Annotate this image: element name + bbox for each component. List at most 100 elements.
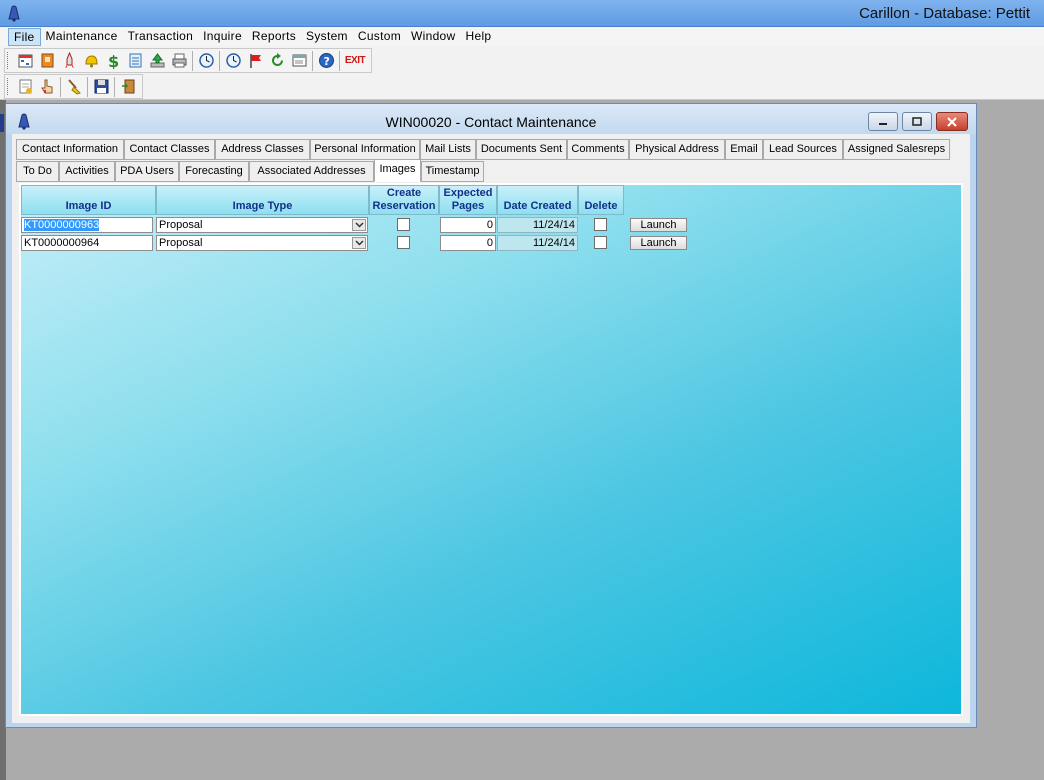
main-toolbar: $ ? EXIT bbox=[4, 48, 372, 73]
tab-activities[interactable]: Activities bbox=[59, 161, 115, 182]
launch-button[interactable]: Launch bbox=[630, 218, 687, 232]
toolbar-separator bbox=[87, 76, 88, 97]
hand-pointer-icon[interactable] bbox=[36, 76, 58, 98]
tab-contact-information[interactable]: Contact Information bbox=[16, 139, 124, 160]
tab-documents-sent[interactable]: Documents Sent bbox=[476, 139, 567, 160]
header-delete: Delete bbox=[578, 185, 624, 215]
minimize-button[interactable] bbox=[868, 112, 898, 131]
delete-checkbox[interactable] bbox=[594, 218, 607, 231]
broom-icon[interactable] bbox=[63, 76, 85, 98]
rocket-icon[interactable] bbox=[58, 50, 80, 72]
refresh-icon[interactable] bbox=[266, 50, 288, 72]
date-created-field: 11/24/14 bbox=[497, 217, 578, 233]
upload-icon[interactable] bbox=[146, 50, 168, 72]
tab-contact-classes[interactable]: Contact Classes bbox=[124, 139, 215, 160]
window-title: WIN00020 - Contact Maintenance bbox=[385, 114, 597, 130]
image-id-input[interactable]: KT0000000963 bbox=[21, 217, 153, 233]
header-image-id-label: Image ID bbox=[65, 200, 112, 212]
menu-window[interactable]: Window bbox=[406, 28, 460, 46]
tab-to-do[interactable]: To Do bbox=[16, 161, 59, 182]
tab-associated-addresses[interactable]: Associated Addresses bbox=[249, 161, 374, 182]
restore-button[interactable] bbox=[902, 112, 932, 131]
toolbar-area: $ ? EXIT bbox=[0, 46, 1044, 100]
menu-file[interactable]: File bbox=[8, 27, 41, 46]
flag-icon[interactable] bbox=[244, 50, 266, 72]
header-expected-pages-line1: Expected bbox=[443, 186, 493, 199]
clock-icon[interactable] bbox=[222, 50, 244, 72]
toolbar-separator bbox=[192, 50, 193, 71]
header-image-type-label: Image Type bbox=[232, 200, 293, 212]
menu-transaction[interactable]: Transaction bbox=[123, 28, 199, 46]
menu-reports[interactable]: Reports bbox=[247, 28, 301, 46]
header-delete-label: Delete bbox=[584, 200, 618, 212]
header-image-id: Image ID bbox=[21, 185, 156, 215]
help-icon[interactable]: ? bbox=[315, 50, 337, 72]
close-icon bbox=[947, 116, 957, 127]
image-type-select[interactable]: Proposal bbox=[156, 217, 368, 233]
tab-timestamp[interactable]: Timestamp bbox=[421, 161, 484, 182]
menu-inquire[interactable]: Inquire bbox=[198, 28, 247, 46]
window-icon[interactable] bbox=[288, 50, 310, 72]
header-date-created-label: Date Created bbox=[503, 200, 572, 212]
tab-forecasting[interactable]: Forecasting bbox=[179, 161, 249, 182]
image-type-value: Proposal bbox=[159, 237, 203, 249]
image-type-select[interactable]: Proposal bbox=[156, 235, 368, 251]
header-create-reservation-line1: Create bbox=[386, 186, 422, 199]
carillon-bell-icon[interactable] bbox=[5, 4, 23, 22]
tab-mail-lists[interactable]: Mail Lists bbox=[420, 139, 476, 160]
tab-lead-sources[interactable]: Lead Sources bbox=[763, 139, 843, 160]
tab-email[interactable]: Email bbox=[725, 139, 763, 160]
close-button[interactable] bbox=[936, 112, 968, 131]
printer-icon[interactable] bbox=[168, 50, 190, 72]
date-created-field: 11/24/14 bbox=[497, 235, 578, 251]
toolbar-separator bbox=[219, 50, 220, 71]
menu-system[interactable]: System bbox=[301, 28, 353, 46]
toolbar-separator bbox=[312, 50, 313, 71]
dollar-icon[interactable]: $ bbox=[102, 50, 124, 72]
window-title-bar[interactable]: WIN00020 - Contact Maintenance bbox=[6, 104, 976, 134]
bell-icon[interactable] bbox=[80, 50, 102, 72]
toolbar-grip[interactable] bbox=[7, 52, 10, 69]
svg-text:$: $ bbox=[108, 52, 119, 69]
images-panel: Image ID Image Type Create Reservation E… bbox=[19, 183, 963, 716]
menu-help[interactable]: Help bbox=[461, 28, 497, 46]
delete-checkbox[interactable] bbox=[594, 236, 607, 249]
chevron-down-icon[interactable] bbox=[352, 237, 366, 249]
launch-button[interactable]: Launch bbox=[630, 236, 687, 250]
image-id-input[interactable]: KT0000000964 bbox=[21, 235, 153, 251]
expected-pages-input[interactable]: 0 bbox=[440, 217, 496, 233]
create-reservation-checkbox[interactable] bbox=[397, 218, 410, 231]
create-reservation-checkbox[interactable] bbox=[397, 236, 410, 249]
tab-comments[interactable]: Comments bbox=[567, 139, 629, 160]
tab-physical-address[interactable]: Physical Address bbox=[629, 139, 725, 160]
notepad-icon[interactable] bbox=[124, 50, 146, 72]
edit-toolbar bbox=[4, 74, 143, 99]
menu-custom[interactable]: Custom bbox=[353, 28, 406, 46]
new-document-icon[interactable] bbox=[14, 76, 36, 98]
expected-pages-input[interactable]: 0 bbox=[440, 235, 496, 251]
app-title-bar: Carillon - Database: Pettit bbox=[0, 0, 1044, 27]
tab-address-classes[interactable]: Address Classes bbox=[215, 139, 310, 160]
tab-assigned-salesreps[interactable]: Assigned Salesreps bbox=[843, 139, 950, 160]
toolbar-separator bbox=[114, 76, 115, 97]
chevron-down-icon[interactable] bbox=[352, 219, 366, 231]
app-title: Carillon - Database: Pettit bbox=[859, 5, 1030, 22]
header-expected-pages: Expected Pages bbox=[439, 185, 497, 215]
clock-icon[interactable] bbox=[195, 50, 217, 72]
exit-icon[interactable]: EXIT bbox=[342, 50, 368, 72]
tab-images[interactable]: Images bbox=[374, 159, 421, 182]
exit-door-icon[interactable] bbox=[117, 76, 139, 98]
menu-maintenance[interactable]: Maintenance bbox=[41, 28, 123, 46]
address-book-icon[interactable] bbox=[36, 50, 58, 72]
tab-personal-information[interactable]: Personal Information bbox=[310, 139, 420, 160]
tab-pda-users[interactable]: PDA Users bbox=[115, 161, 179, 182]
menu-bar: File Maintenance Transaction Inquire Rep… bbox=[0, 27, 1044, 46]
floppy-disk-icon[interactable] bbox=[90, 76, 112, 98]
minimize-icon bbox=[879, 122, 887, 125]
svg-text:?: ? bbox=[323, 55, 329, 68]
toolbar-grip[interactable] bbox=[7, 78, 10, 95]
toolbar-separator bbox=[339, 50, 340, 71]
restore-icon bbox=[912, 116, 922, 126]
calendar-icon[interactable] bbox=[14, 50, 36, 72]
header-expected-pages-line2: Pages bbox=[451, 199, 485, 212]
